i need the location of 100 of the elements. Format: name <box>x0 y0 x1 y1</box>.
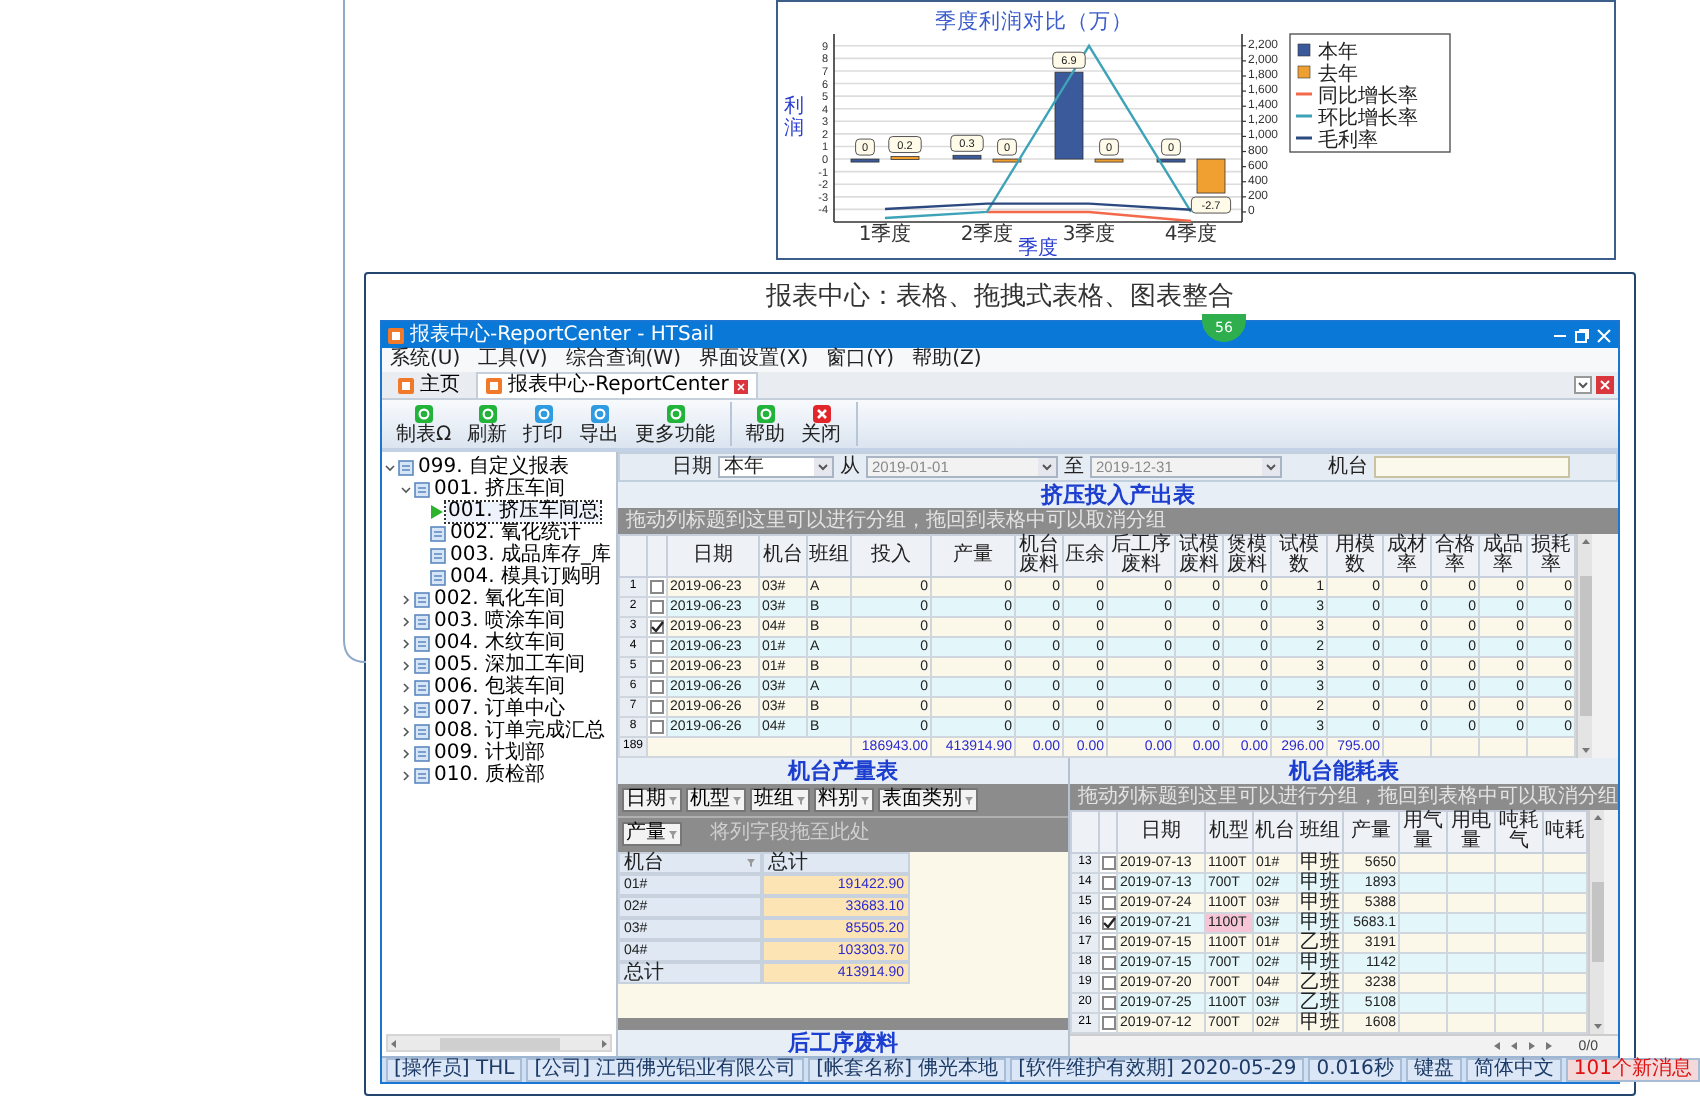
machine-field[interactable] <box>1374 456 1570 478</box>
row-checkbox[interactable] <box>1101 956 1115 970</box>
field-button[interactable]: 机型 <box>686 788 746 812</box>
field-button[interactable]: 日期 <box>622 788 682 812</box>
column-header[interactable]: 日期 <box>667 535 759 577</box>
column-header[interactable]: 用模数 <box>1327 535 1383 577</box>
tree-item[interactable]: 003. 成品库存_库 <box>448 545 613 565</box>
tree-item[interactable]: 006. 包装车间 <box>432 677 567 697</box>
chevron-right-icon[interactable] <box>400 593 412 605</box>
row-checkbox[interactable] <box>650 720 664 734</box>
chevron-right-icon[interactable] <box>400 615 412 627</box>
tree-item[interactable]: 002. 氧化车间 <box>432 589 567 609</box>
column-header[interactable]: 煲模废料 <box>1223 535 1271 577</box>
column-header[interactable]: 合格率 <box>1431 535 1479 577</box>
scroll-left-icon[interactable] <box>388 1037 400 1049</box>
field-button[interactable]: 产量 <box>622 822 682 846</box>
close-icon[interactable] <box>1596 327 1612 343</box>
chevron-right-icon[interactable] <box>400 659 412 671</box>
tree-item[interactable]: 004. 木纹车间 <box>432 633 567 653</box>
toolbar-button[interactable]: 导出 <box>573 402 626 446</box>
column-header[interactable]: 成品率 <box>1479 535 1527 577</box>
column-header[interactable]: 试模废料 <box>1175 535 1223 577</box>
chevron-down-icon[interactable] <box>384 461 396 473</box>
column-header[interactable]: 机台 <box>1253 811 1297 853</box>
field-button[interactable]: 表面类别 <box>878 788 978 812</box>
toolbar-button[interactable]: 更多功能 <box>629 402 722 446</box>
tree-item[interactable]: 007. 订单中心 <box>432 699 567 719</box>
scroll-right-icon[interactable] <box>598 1037 610 1049</box>
chevron-right-icon[interactable] <box>400 725 412 737</box>
row-checkbox[interactable] <box>650 580 664 594</box>
chevron-right-icon[interactable] <box>400 637 412 649</box>
column-header[interactable]: 用气量 <box>1399 811 1447 853</box>
column-header[interactable]: 班组 <box>807 535 851 577</box>
restore-icon[interactable] <box>1574 327 1590 343</box>
field-button[interactable]: 料别 <box>814 788 874 812</box>
row-checkbox[interactable] <box>1101 896 1115 910</box>
tree-item[interactable]: 005. 深加工车间 <box>432 655 587 675</box>
column-header[interactable]: 损耗率 <box>1527 535 1575 577</box>
toolbar-button[interactable]: 刷新 <box>461 402 514 446</box>
first-page-icon[interactable] <box>1490 1040 1503 1052</box>
next-page-icon[interactable] <box>1526 1040 1539 1052</box>
column-header[interactable]: 压余 <box>1063 535 1107 577</box>
row-checkbox[interactable] <box>650 660 664 674</box>
column-header[interactable]: 成材率 <box>1383 535 1431 577</box>
chevron-right-icon[interactable] <box>400 703 412 715</box>
column-header[interactable]: 投入 <box>851 535 931 577</box>
tree-item[interactable]: 001. 挤压车间 <box>432 479 567 499</box>
dropdown-caret-icon[interactable] <box>1574 376 1592 394</box>
dropdown-caret-icon[interactable] <box>1262 458 1280 476</box>
tree-item[interactable]: 009. 计划部 <box>432 743 547 763</box>
menu-item[interactable]: 界面设置(X) <box>698 350 809 370</box>
filter-icon[interactable] <box>796 795 806 805</box>
close-icon[interactable] <box>1596 376 1614 394</box>
chevron-right-icon[interactable] <box>400 681 412 693</box>
toolbar-button[interactable]: 关闭 <box>795 402 848 446</box>
column-header[interactable]: 试模数 <box>1271 535 1327 577</box>
row-checkbox[interactable] <box>1101 876 1115 890</box>
menu-item[interactable]: 综合查询(W) <box>565 350 681 370</box>
tree-item[interactable]: 008. 订单完成汇总 <box>432 721 607 741</box>
row-checkbox[interactable] <box>1101 856 1115 870</box>
horizontal-scrollbar[interactable] <box>386 1034 612 1052</box>
document-tab[interactable]: 主页 <box>388 372 470 398</box>
tree-item[interactable]: 010. 质检部 <box>432 765 547 785</box>
column-header[interactable]: 用电量 <box>1447 811 1495 853</box>
column-header[interactable]: 后工序废料 <box>1107 535 1175 577</box>
previous-page-icon[interactable] <box>1508 1040 1521 1052</box>
toolbar-button[interactable]: 制表Ω <box>390 402 458 446</box>
column-header[interactable]: 日期 <box>1117 811 1205 853</box>
chevron-down-icon[interactable] <box>400 483 412 495</box>
filter-icon[interactable] <box>668 795 678 805</box>
filter-icon[interactable] <box>668 829 678 839</box>
period-dropdown[interactable]: 本年 <box>718 456 834 478</box>
row-field-header[interactable]: 机台 <box>618 852 762 874</box>
tree-item[interactable]: 099. 自定义报表 <box>416 457 571 477</box>
chevron-right-icon[interactable] <box>400 769 412 781</box>
row-checkbox[interactable] <box>1101 1016 1115 1030</box>
row-checkbox[interactable] <box>650 680 664 694</box>
filter-icon[interactable] <box>964 795 974 805</box>
field-button[interactable]: 班组 <box>750 788 810 812</box>
row-checkbox[interactable] <box>1101 916 1115 930</box>
column-header[interactable]: 班组 <box>1297 811 1343 853</box>
column-header[interactable]: 产量 <box>931 535 1015 577</box>
menu-item[interactable]: 系统(U) <box>390 350 461 370</box>
row-checkbox[interactable] <box>1101 996 1115 1010</box>
last-page-icon[interactable] <box>1544 1040 1557 1052</box>
row-checkbox[interactable] <box>650 620 664 634</box>
document-tab[interactable]: 报表中心-ReportCenter <box>476 372 759 398</box>
column-header[interactable]: 机型 <box>1205 811 1253 853</box>
tree-item[interactable]: 004. 模具订购明 <box>448 567 603 587</box>
close-icon[interactable] <box>734 379 749 393</box>
menu-item[interactable]: 帮助(Z) <box>912 350 982 370</box>
toolbar-button[interactable]: 帮助 <box>739 402 792 446</box>
row-checkbox[interactable] <box>650 640 664 654</box>
filter-icon[interactable] <box>746 858 756 868</box>
filter-icon[interactable] <box>860 795 870 805</box>
column-header[interactable]: 产量 <box>1343 811 1399 853</box>
tree-item[interactable]: 002. 氧化统计 <box>448 523 583 543</box>
row-checkbox[interactable] <box>650 600 664 614</box>
dropdown-caret-icon[interactable] <box>814 458 832 476</box>
column-header[interactable]: 吨耗 <box>1543 811 1587 853</box>
